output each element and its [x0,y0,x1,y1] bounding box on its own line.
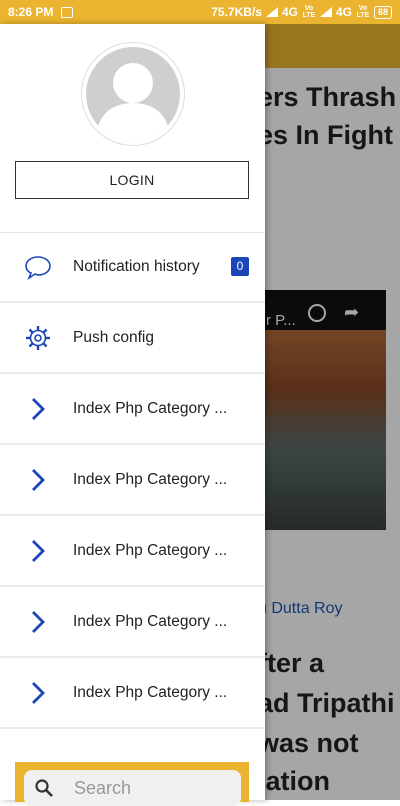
volte-label-2: Vo LTE [356,5,370,19]
search-input[interactable] [72,776,226,800]
user-placeholder-icon [86,47,180,141]
network-type-2: 4G [335,5,352,19]
menu-item-category[interactable]: Index Php Category ... [0,375,265,445]
menu-item-label: Index Php Category ... [73,542,228,559]
notification-count-badge: 0 [231,257,249,276]
menu-item-category[interactable]: Index Php Category ... [0,588,265,658]
chevron-right-icon [20,397,56,421]
search-icon[interactable] [34,778,54,798]
menu-item-notification-history[interactable]: Notification history 0 [0,233,265,303]
search-container [15,762,249,806]
search-box [24,770,241,806]
battery-indicator: 68 [373,5,392,19]
chevron-right-icon [20,468,56,492]
login-button[interactable]: LOGIN [15,161,249,199]
menu-item-label: Index Php Category ... [73,684,228,701]
menu-item-label: Index Php Category ... [73,613,228,630]
avatar[interactable] [81,42,185,146]
chevron-right-icon [20,681,56,705]
message-notification-icon [61,6,74,18]
navigation-drawer: LOGIN Notification history 0 Push config [0,24,265,806]
menu-item-label: Push config [73,329,154,346]
chat-bubble-icon [20,254,56,280]
chevron-right-icon [20,539,56,563]
status-bar: 8:26 PM 75.7KB/s 4G Vo LTE 4G Vo LTE 68 [0,0,400,24]
menu-item-push-config[interactable]: Push config [0,304,265,374]
gear-icon [20,325,56,351]
network-type-1: 4G [281,5,298,19]
menu-item-category[interactable]: Index Php Category ... [0,659,265,729]
status-time: 8:26 PM [8,5,54,19]
menu-item-label: Notification history [73,258,200,275]
menu-item-label: Index Php Category ... [73,471,228,488]
chevron-right-icon [20,610,56,634]
menu-item-category[interactable]: Index Php Category ... [0,446,265,516]
signal-icon [319,7,332,17]
signal-icon [265,7,278,17]
network-speed: 75.7KB/s [211,5,262,19]
menu-item-label: Index Php Category ... [73,400,228,417]
menu-item-category[interactable]: Index Php Category ... [0,517,265,587]
volte-label-1: Vo LTE [302,5,316,19]
